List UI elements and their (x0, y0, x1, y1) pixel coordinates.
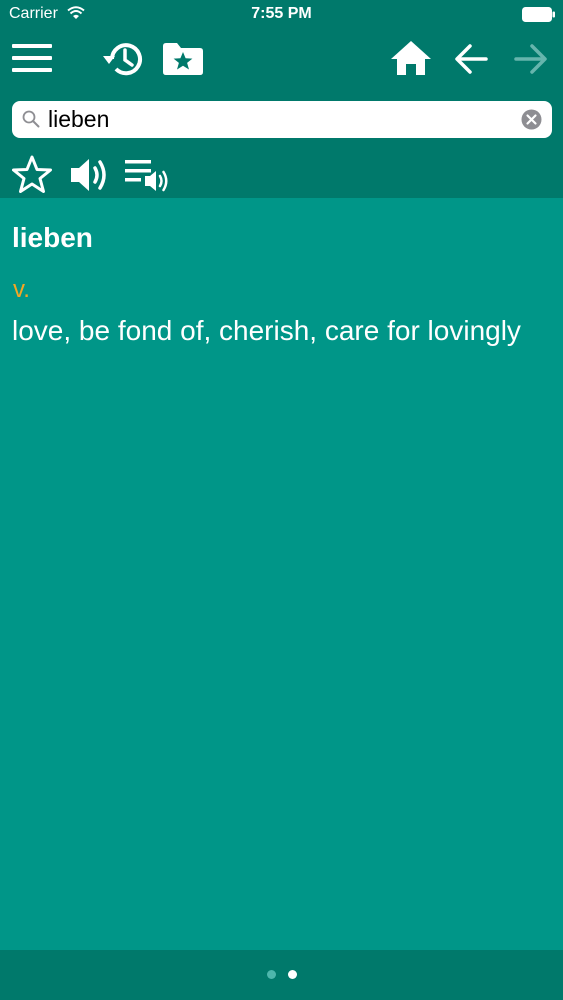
status-bar: Carrier 7:55 PM (0, 0, 563, 30)
menu-icon[interactable] (12, 42, 52, 74)
home-icon[interactable] (390, 40, 432, 76)
bottom-bar (0, 950, 563, 1000)
speaker-icon[interactable] (69, 155, 111, 195)
top-bar: Carrier 7:55 PM (0, 0, 563, 198)
page-dot-1[interactable] (267, 970, 276, 979)
search-icon (22, 110, 40, 128)
battery-icon (522, 7, 555, 22)
star-icon[interactable] (12, 155, 52, 193)
playlist-audio-icon[interactable] (125, 158, 169, 194)
status-time: 7:55 PM (251, 5, 312, 22)
search-bar[interactable] (12, 101, 552, 138)
search-input[interactable] (48, 104, 518, 134)
definition-content: lieben v. love, be fond of, cherish, car… (0, 198, 563, 950)
entry-headword: lieben (12, 222, 93, 253)
entry-part-of-speech: v. (13, 276, 30, 303)
back-arrow-icon[interactable] (454, 42, 488, 76)
history-icon[interactable] (100, 38, 144, 80)
favorites-folder-icon[interactable] (162, 41, 204, 76)
clear-search-icon[interactable] (521, 109, 542, 130)
entry-definition: love, be fond of, cherish, care for lovi… (12, 315, 521, 346)
page-dot-2[interactable] (288, 970, 297, 979)
forward-arrow-icon[interactable] (514, 42, 548, 76)
